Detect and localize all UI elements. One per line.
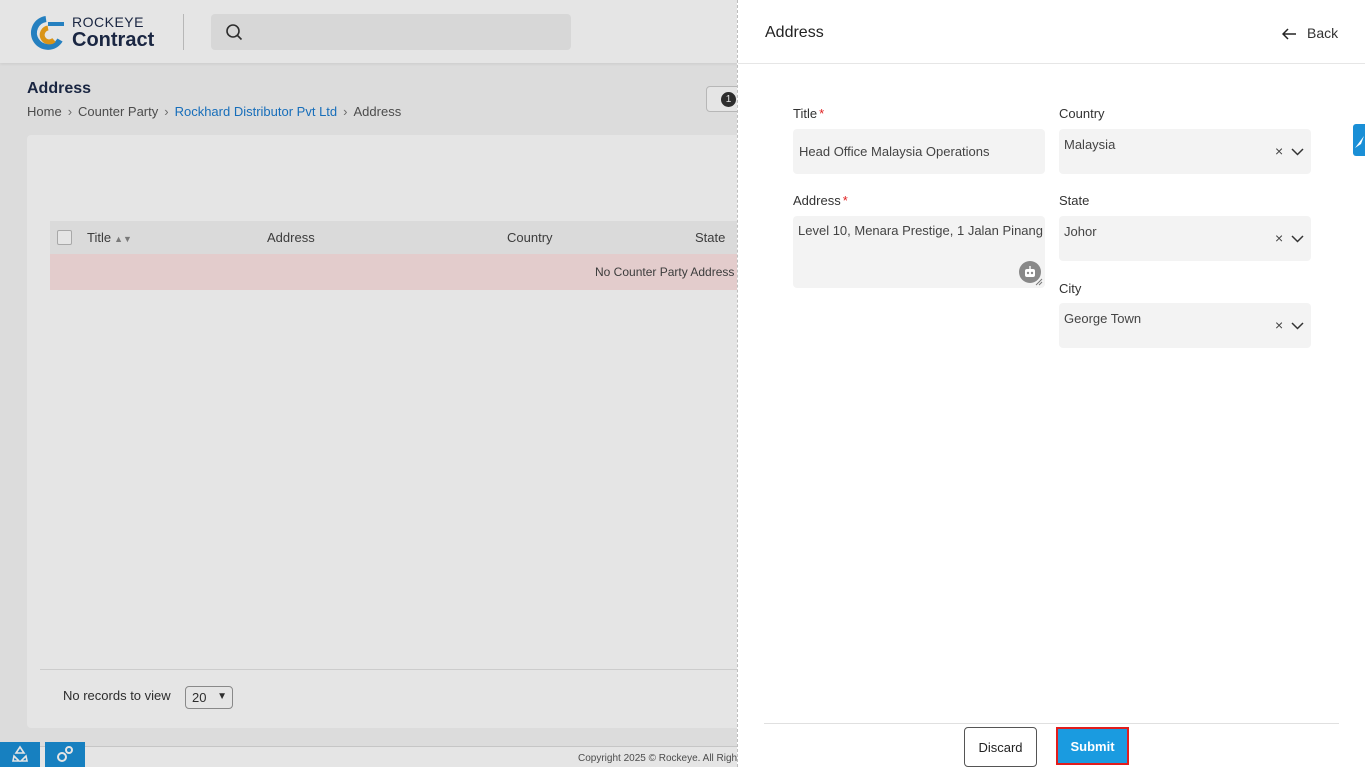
address-drawer: Address Back Title * Head Office Malaysia… <box>737 0 1365 767</box>
title-field-label: Title * <box>793 106 824 121</box>
city-select[interactable]: George Town × <box>1059 303 1311 348</box>
state-select[interactable]: Johor × <box>1059 216 1311 261</box>
resize-handle-icon[interactable] <box>1035 278 1043 286</box>
title-label-text: Title <box>793 106 818 121</box>
robot-icon <box>1025 266 1035 277</box>
backdrop-overlay[interactable] <box>0 0 737 767</box>
country-select[interactable]: Malaysia × <box>1059 129 1311 174</box>
state-field-label: State <box>1059 193 1090 208</box>
drawer-footer-divider <box>764 723 1339 724</box>
arrow-left-icon <box>1281 28 1296 40</box>
title-input-value: Head Office Malaysia Operations <box>799 144 990 159</box>
back-label: Back <box>1307 25 1339 41</box>
submit-button[interactable]: Submit <box>1056 727 1129 765</box>
city-field-label: City <box>1059 281 1082 296</box>
clear-icon[interactable]: × <box>1275 230 1283 246</box>
drawer-header: Address Back <box>738 0 1365 64</box>
chevron-down-icon[interactable] <box>1291 148 1304 156</box>
address-field-label: Address * <box>793 193 848 208</box>
required-marker: * <box>842 193 848 208</box>
address-textarea-value: Level 10, Menara Prestige, 1 Jalan Pinan… <box>798 223 1043 238</box>
chevron-down-icon[interactable] <box>1291 235 1304 243</box>
title-input[interactable]: Head Office Malaysia Operations <box>793 129 1045 174</box>
side-panel-toggle[interactable] <box>1353 124 1365 156</box>
address-label-text: Address <box>793 193 841 208</box>
country-select-value: Malaysia <box>1064 137 1116 152</box>
discard-button[interactable]: Discard <box>964 727 1037 767</box>
plane-icon <box>1355 136 1364 148</box>
clear-icon[interactable]: × <box>1275 317 1283 333</box>
chevron-down-icon[interactable] <box>1291 322 1304 330</box>
state-select-value: Johor <box>1064 224 1097 239</box>
clear-icon[interactable]: × <box>1275 143 1283 159</box>
address-textarea[interactable]: Level 10, Menara Prestige, 1 Jalan Pinan… <box>793 216 1045 288</box>
drawer-title: Address <box>765 24 824 41</box>
city-select-value: George Town <box>1064 311 1142 326</box>
back-button[interactable]: Back <box>1281 25 1339 41</box>
required-marker: * <box>819 106 825 121</box>
country-field-label: Country <box>1059 106 1105 121</box>
